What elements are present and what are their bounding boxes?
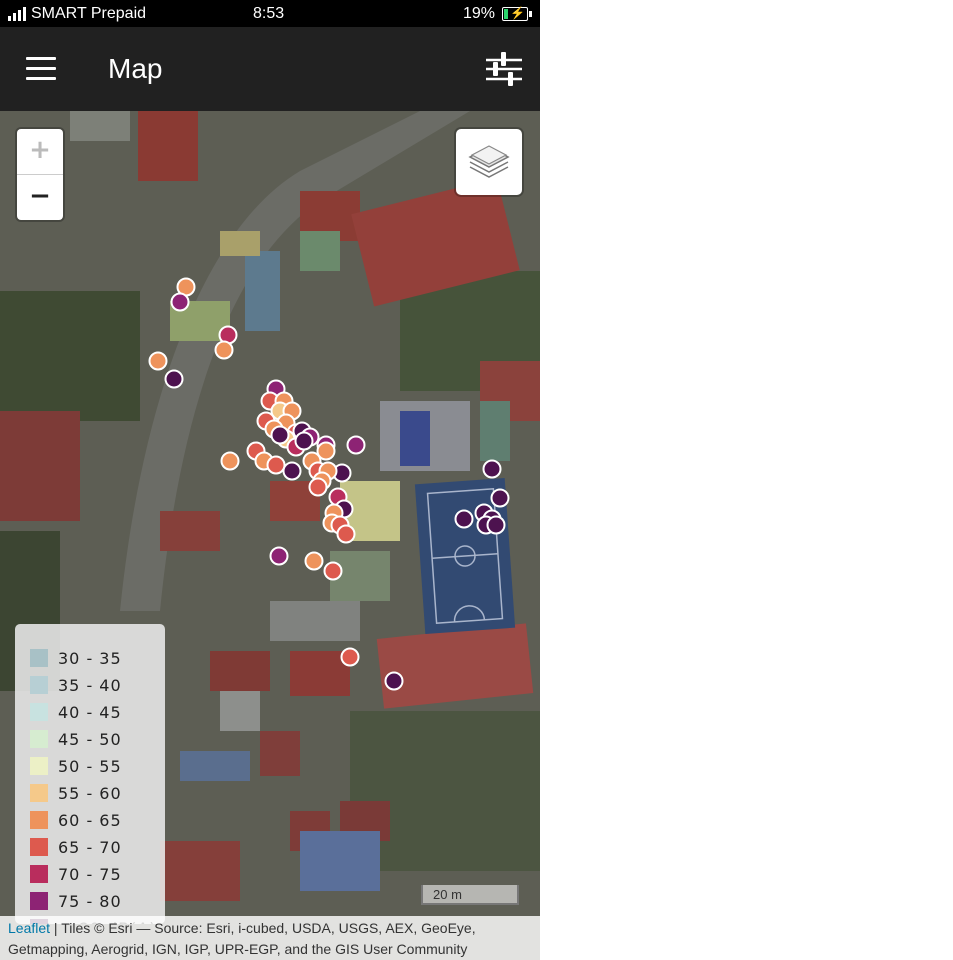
measurement-marker[interactable] bbox=[482, 459, 502, 479]
legend-swatch bbox=[30, 838, 48, 856]
map-view[interactable]: + − 30 - 35 35 - 40 40 - 45 45 - 50 50 - 55 5… bbox=[0, 111, 540, 960]
measurement-marker[interactable] bbox=[316, 441, 336, 461]
legend-label: 30 - 35 bbox=[58, 648, 122, 668]
map-attribution: Leaflet | Tiles © Esri — Source: Esri, i… bbox=[0, 916, 540, 960]
legend-item: 45 - 50 bbox=[30, 729, 122, 749]
legend-swatch bbox=[30, 892, 48, 910]
legend-label: 65 - 70 bbox=[58, 837, 122, 857]
zoom-out-button[interactable]: − bbox=[17, 175, 63, 220]
measurement-marker[interactable] bbox=[454, 509, 474, 529]
measurement-marker[interactable] bbox=[282, 461, 302, 481]
measurement-marker[interactable] bbox=[384, 671, 404, 691]
noise-legend: 30 - 35 35 - 40 40 - 45 45 - 50 50 - 55 55 - … bbox=[15, 624, 165, 924]
measurement-marker[interactable] bbox=[214, 340, 234, 360]
measurement-marker[interactable] bbox=[148, 351, 168, 371]
zoom-in-button[interactable]: + bbox=[17, 129, 63, 175]
legend-item: 50 - 55 bbox=[30, 756, 122, 776]
measurement-marker[interactable] bbox=[308, 477, 328, 497]
legend-item: 75 - 80 bbox=[30, 891, 122, 911]
legend-swatch bbox=[30, 784, 48, 802]
measurement-marker[interactable] bbox=[266, 455, 286, 475]
leaflet-link[interactable]: Leaflet bbox=[8, 920, 50, 936]
legend-label: 50 - 55 bbox=[58, 756, 122, 776]
legend-label: 45 - 50 bbox=[58, 729, 122, 749]
hamburger-menu-icon[interactable] bbox=[26, 57, 56, 81]
measurement-marker[interactable] bbox=[486, 515, 506, 535]
carrier-name: SMART Prepaid bbox=[31, 5, 147, 22]
attribution-text: | Tiles © Esri — Source: Esri, i-cubed, … bbox=[8, 920, 476, 957]
legend-item: 30 - 35 bbox=[30, 648, 122, 668]
legend-item: 70 - 75 bbox=[30, 864, 122, 884]
measurement-marker[interactable] bbox=[340, 647, 360, 667]
measurement-marker[interactable] bbox=[164, 369, 184, 389]
measurement-marker[interactable] bbox=[170, 292, 190, 312]
signal-icon bbox=[8, 5, 26, 21]
measurement-marker[interactable] bbox=[220, 451, 240, 471]
measurement-marker[interactable] bbox=[336, 524, 356, 544]
legend-swatch bbox=[30, 757, 48, 775]
measurement-marker[interactable] bbox=[269, 546, 289, 566]
legend-label: 60 - 65 bbox=[58, 810, 122, 830]
measurement-marker[interactable] bbox=[270, 425, 290, 445]
page-title: Map bbox=[108, 53, 163, 84]
legend-label: 55 - 60 bbox=[58, 783, 122, 803]
legend-item: 55 - 60 bbox=[30, 783, 122, 803]
measurement-marker[interactable] bbox=[490, 488, 510, 508]
status-bar: SMART Prepaid 8:53 19% ⚡ bbox=[0, 0, 540, 27]
measurement-marker[interactable] bbox=[323, 561, 343, 581]
legend-swatch bbox=[30, 811, 48, 829]
sliders-icon[interactable] bbox=[484, 49, 524, 89]
layers-icon bbox=[468, 145, 510, 178]
legend-label: 75 - 80 bbox=[58, 891, 122, 911]
legend-label: 35 - 40 bbox=[58, 675, 122, 695]
measurement-marker[interactable] bbox=[294, 431, 314, 451]
legend-item: 65 - 70 bbox=[30, 837, 122, 857]
legend-item: 40 - 45 bbox=[30, 702, 122, 722]
legend-swatch bbox=[30, 676, 48, 694]
legend-swatch bbox=[30, 865, 48, 883]
clock: 8:53 bbox=[253, 5, 285, 22]
battery-icon: ⚡ bbox=[502, 6, 532, 21]
measurement-marker[interactable] bbox=[346, 435, 366, 455]
legend-swatch bbox=[30, 730, 48, 748]
scale-bar: 20 m bbox=[421, 885, 519, 905]
app-bar: Map bbox=[0, 27, 540, 111]
legend-label: 40 - 45 bbox=[58, 702, 122, 722]
legend-label: 70 - 75 bbox=[58, 864, 122, 884]
measurement-marker[interactable] bbox=[304, 551, 324, 571]
legend-swatch bbox=[30, 649, 48, 667]
legend-item: 60 - 65 bbox=[30, 810, 122, 830]
zoom-control: + − bbox=[17, 129, 63, 220]
battery-percent: 19% bbox=[463, 5, 496, 22]
legend-swatch bbox=[30, 703, 48, 721]
phone-screen: SMART Prepaid 8:53 19% ⚡ Map + − 30 - 35… bbox=[0, 0, 540, 960]
legend-item: 35 - 40 bbox=[30, 675, 122, 695]
layers-button[interactable] bbox=[456, 129, 522, 195]
